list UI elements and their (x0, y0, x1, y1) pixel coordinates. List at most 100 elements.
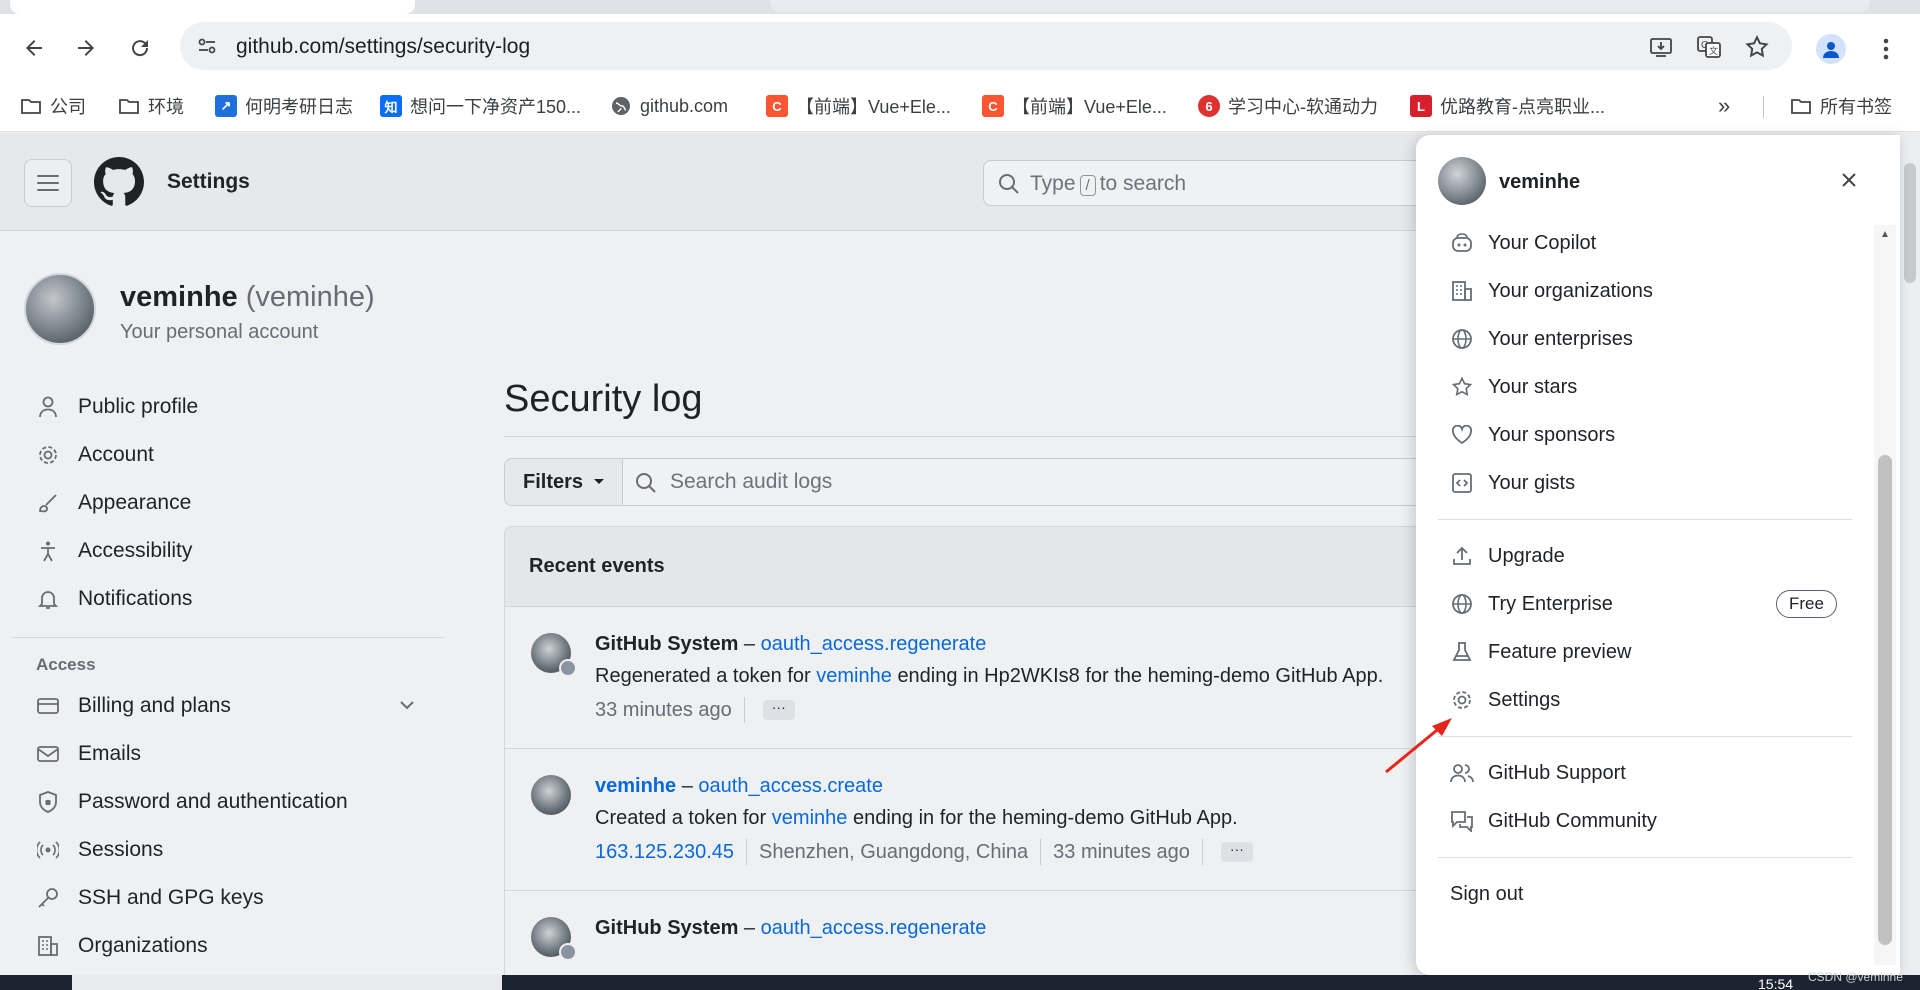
menu-item-copilot[interactable]: Your Copilot (1416, 219, 1874, 267)
back-icon[interactable] (18, 32, 50, 64)
user-link[interactable]: veminhe (772, 807, 848, 829)
event-action-link[interactable]: oauth_access.regenerate (761, 633, 987, 655)
sidebar-item-billing[interactable]: Billing and plans (12, 682, 444, 730)
search-audit-logs-input[interactable]: Search audit logs (670, 470, 832, 494)
avatar[interactable] (531, 633, 577, 677)
sidebar-item-label: Billing and plans (78, 694, 231, 717)
user-menu-list: Your Copilot Your organizations Your ent… (1416, 219, 1874, 918)
comment-discussion-icon (1450, 809, 1474, 833)
bookmark-link[interactable]: 6 学习中心-软通动力 (1198, 92, 1378, 120)
menu-item-gists[interactable]: Your gists (1416, 459, 1874, 507)
menu-item-label: Feature preview (1488, 640, 1632, 663)
bookmark-star-icon[interactable] (1744, 34, 1770, 60)
event-meta: 163.125.230.45 Shenzhen, Guangdong, Chin… (595, 839, 1253, 865)
sidebar-item-appearance[interactable]: Appearance (12, 479, 444, 527)
menu-item-organizations[interactable]: Your organizations (1416, 267, 1874, 315)
sidebar-item-sessions[interactable]: Sessions (12, 826, 444, 874)
expand-details-button[interactable]: ··· (1220, 842, 1253, 862)
menu-item-github-community[interactable]: GitHub Community (1416, 797, 1874, 845)
menu-item-try-enterprise[interactable]: Try Enterprise Free (1416, 580, 1874, 628)
meta-divider (1040, 839, 1042, 865)
event-desc-text: ending in Hp2WKIs8 for the heming-demo G… (897, 665, 1384, 687)
avatar[interactable] (531, 775, 571, 815)
globe-icon (1450, 327, 1474, 351)
address-bar[interactable]: github.com/settings/security-log G文 (180, 22, 1792, 70)
menu-item-label: Your Copilot (1488, 231, 1597, 254)
sidebar-item-account[interactable]: Account (12, 431, 444, 479)
hamburger-menu-button[interactable] (24, 159, 72, 207)
all-bookmarks-button[interactable]: 所有书签 (1790, 92, 1892, 120)
active-tab[interactable] (10, 0, 415, 14)
app-icon: L (1410, 95, 1432, 117)
avatar[interactable] (531, 917, 577, 961)
bookmarks-overflow-button[interactable]: » (1718, 92, 1730, 120)
avatar (1438, 157, 1486, 205)
browser-toolbar: github.com/settings/security-log G文 (0, 14, 1920, 80)
browser-menu-icon[interactable] (1874, 34, 1898, 64)
gear-icon (1450, 688, 1474, 712)
close-menu-button[interactable] (1834, 165, 1864, 195)
github-logo-icon[interactable] (94, 157, 144, 207)
ip-address-link[interactable]: 163.125.230.45 (595, 841, 734, 864)
star-icon (1450, 375, 1474, 399)
bookmark-label: 想问一下净资产150... (410, 97, 582, 117)
install-app-icon[interactable] (1648, 34, 1674, 60)
sidebar-item-accessibility[interactable]: Accessibility (12, 527, 444, 575)
event-actor-link[interactable]: veminhe (595, 775, 676, 797)
bookmarks-divider (1763, 96, 1764, 118)
url-text[interactable]: github.com/settings/security-log (236, 35, 530, 59)
upload-icon (1450, 544, 1474, 568)
event-meta: 33 minutes ago ··· (595, 697, 795, 723)
user-menu-username: veminhe (1499, 171, 1581, 193)
event-desc-text: Created a token for (595, 807, 767, 829)
scrollbar-thumb[interactable] (1878, 455, 1892, 945)
chevron-down-icon[interactable] (398, 696, 416, 720)
menu-item-enterprises[interactable]: Your enterprises (1416, 315, 1874, 363)
menu-item-upgrade[interactable]: Upgrade (1416, 532, 1874, 580)
reload-icon[interactable] (124, 32, 156, 64)
menu-item-feature-preview[interactable]: Feature preview (1416, 628, 1874, 676)
sidebar-item-password-auth[interactable]: Password and authentication (12, 778, 444, 826)
sidebar-item-notifications[interactable]: Notifications (12, 575, 444, 623)
bookmark-folder[interactable]: 公司 (20, 92, 86, 120)
translate-icon[interactable]: G文 (1696, 34, 1722, 60)
avatar[interactable] (24, 273, 96, 345)
event-action-link[interactable]: oauth_access.create (698, 775, 883, 797)
sidebar-item-emails[interactable]: Emails (12, 730, 444, 778)
event-title: GitHub System – oauth_access.regenerate (595, 917, 986, 940)
event-action-link[interactable]: oauth_access.regenerate (761, 917, 987, 939)
bookmark-link[interactable]: C 【前端】Vue+Ele... (766, 92, 951, 120)
scroll-up-arrow-icon[interactable]: ▲ (1880, 229, 1890, 240)
bookmark-folder[interactable]: 环境 (118, 92, 184, 120)
forward-icon[interactable] (70, 32, 102, 64)
bookmark-link[interactable]: github.com (610, 92, 728, 120)
page-title[interactable]: Settings (167, 170, 250, 194)
sidebar-divider (12, 637, 444, 638)
bookmark-label: 环境 (148, 97, 184, 117)
bookmark-link[interactable]: 知 想问一下净资产150... (380, 92, 581, 120)
scrollbar-thumb[interactable] (1904, 163, 1916, 283)
site-info-icon[interactable] (196, 35, 218, 57)
sidebar-item-label: Emails (78, 742, 142, 765)
sidebar-item-ssh-gpg[interactable]: SSH and GPG keys (12, 874, 444, 922)
expand-details-button[interactable]: ··· (762, 700, 795, 720)
user-link[interactable]: veminhe (816, 665, 892, 687)
filters-button[interactable]: Filters (505, 459, 623, 505)
page-scrollbar[interactable] (1900, 133, 1920, 975)
background-tab[interactable] (770, 0, 1870, 12)
menu-scrollbar[interactable]: ▲ (1874, 225, 1896, 965)
sign-out-button[interactable]: Sign out (1416, 870, 1874, 918)
menu-item-stars[interactable]: Your stars (1416, 363, 1874, 411)
bookmark-link[interactable]: L 优路教育-点亮职业... (1410, 92, 1605, 120)
sidebar-item-label: Notifications (78, 587, 193, 610)
menu-item-settings[interactable]: Settings (1416, 676, 1874, 724)
bookmark-link[interactable]: C 【前端】Vue+Ele... (982, 92, 1167, 120)
bookmark-label: 【前端】Vue+Ele... (1012, 97, 1167, 117)
bookmark-link[interactable]: ↗ 何明考研日志 (215, 92, 353, 120)
sidebar-item-public-profile[interactable]: Public profile (12, 383, 444, 431)
event-title: veminhe – oauth_access.create (595, 775, 883, 798)
browser-profile-icon[interactable] (1816, 34, 1846, 64)
sidebar-item-organizations[interactable]: Organizations (12, 922, 444, 970)
menu-item-github-support[interactable]: GitHub Support (1416, 749, 1874, 797)
menu-item-sponsors[interactable]: Your sponsors (1416, 411, 1874, 459)
